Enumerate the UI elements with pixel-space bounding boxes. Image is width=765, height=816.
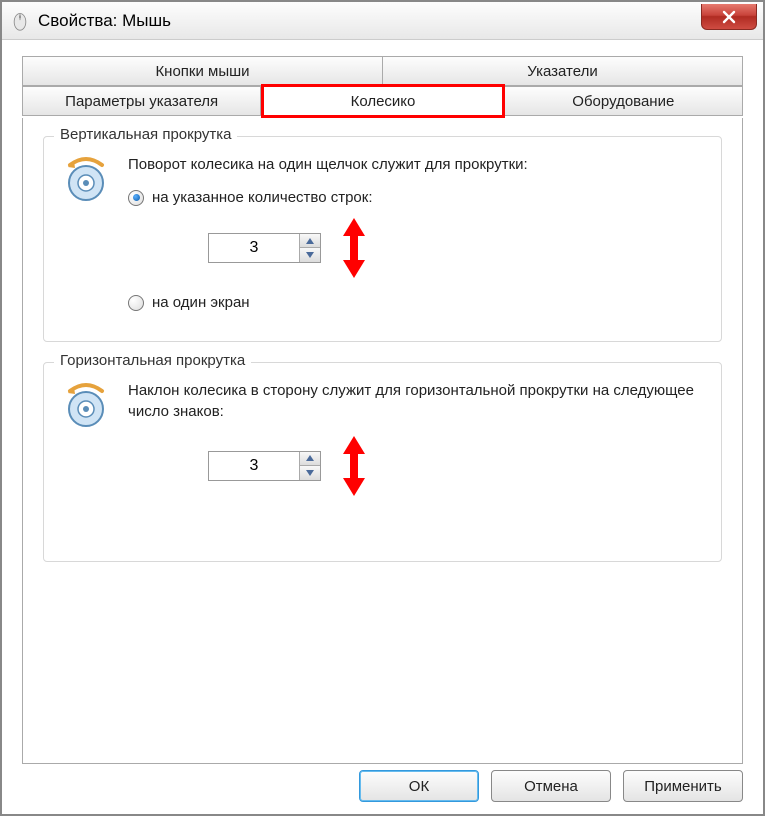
- titlebar: Свойства: Мышь: [2, 2, 763, 40]
- tabs-row-2: Параметры указателя Колесико Оборудовани…: [22, 86, 743, 118]
- tab-label: Колесико: [351, 93, 416, 110]
- red-arrows-icon: [341, 218, 367, 278]
- groupbox-title: Горизонтальная прокрутка: [54, 352, 251, 369]
- groupbox-horizontal-scroll: Горизонтальная прокрутка Наклон колесика…: [43, 362, 722, 562]
- ok-button[interactable]: ОК: [359, 770, 479, 802]
- mouse-properties-window: Свойства: Мышь Кнопки мыши Указатели Пар…: [0, 0, 765, 816]
- close-button[interactable]: [701, 4, 757, 30]
- lines-spin-down[interactable]: [300, 248, 320, 262]
- lines-spinner[interactable]: [208, 233, 321, 263]
- tab-label: Параметры указателя: [65, 93, 218, 110]
- chars-spin-up[interactable]: [300, 452, 320, 466]
- cancel-button[interactable]: Отмена: [491, 770, 611, 802]
- mouse-icon: [10, 11, 30, 31]
- wheel-horizontal-icon: [62, 381, 110, 429]
- chars-spinner[interactable]: [208, 451, 321, 481]
- chars-input[interactable]: [209, 452, 299, 480]
- tab-pointers[interactable]: Указатели: [383, 56, 743, 86]
- dialog-footer: ОК Отмена Применить: [359, 770, 743, 802]
- radio-lines-label: на указанное количество строк:: [152, 189, 373, 206]
- wheel-vertical-icon: [62, 155, 110, 203]
- radio-screen-row[interactable]: на один экран: [128, 294, 703, 311]
- window-title: Свойства: Мышь: [38, 11, 171, 31]
- radio-screen[interactable]: [128, 295, 144, 311]
- radio-lines[interactable]: [128, 190, 144, 206]
- tab-hardware[interactable]: Оборудование: [505, 86, 743, 116]
- chars-spin-down[interactable]: [300, 466, 320, 480]
- groupbox-vertical-scroll: Вертикальная прокрутка Поворот колесика …: [43, 136, 722, 342]
- tab-label: Оборудование: [572, 93, 674, 110]
- radio-screen-label: на один экран: [152, 294, 250, 311]
- horizontal-description: Наклон колесика в сторону служит для гор…: [128, 381, 703, 422]
- apply-button[interactable]: Применить: [623, 770, 743, 802]
- lines-input[interactable]: [209, 234, 299, 262]
- radio-lines-row[interactable]: на указанное количество строк:: [128, 189, 703, 206]
- tab-wheel[interactable]: Колесико: [261, 84, 504, 118]
- tab-panel-wheel: Вертикальная прокрутка Поворот колесика …: [22, 118, 743, 764]
- tab-label: Указатели: [527, 63, 598, 80]
- lines-spin-up[interactable]: [300, 234, 320, 248]
- tab-pointer-options[interactable]: Параметры указателя: [22, 86, 261, 116]
- tab-buttons[interactable]: Кнопки мыши: [22, 56, 383, 86]
- tab-label: Кнопки мыши: [155, 63, 249, 80]
- vertical-description: Поворот колесика на один щелчок служит д…: [128, 155, 703, 175]
- red-arrows-icon: [341, 436, 367, 496]
- groupbox-title: Вертикальная прокрутка: [54, 126, 237, 143]
- dialog-content: Кнопки мыши Указатели Параметры указател…: [2, 40, 763, 780]
- tabs-row-1: Кнопки мыши Указатели: [22, 56, 743, 86]
